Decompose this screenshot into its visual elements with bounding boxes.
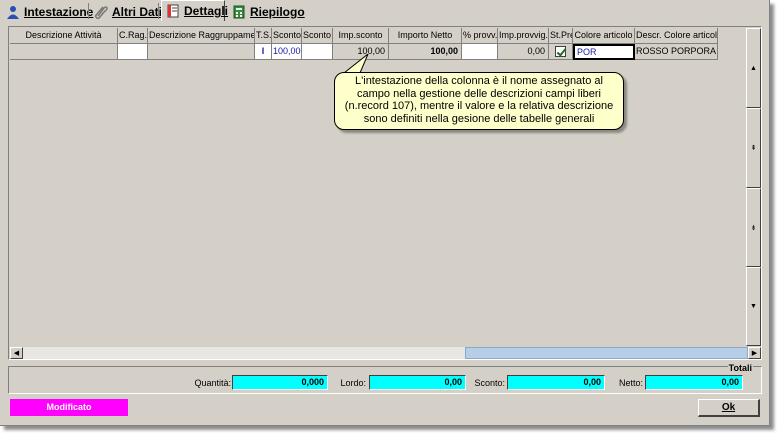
- cell-sconto-1[interactable]: 100,000: [272, 44, 302, 60]
- calculator-icon: [232, 5, 246, 19]
- cell-colore-articolo[interactable]: POR: [573, 44, 635, 60]
- cell-descrizione-raggruppamento[interactable]: [148, 44, 255, 60]
- scroll-page-up-button[interactable]: ⇞: [746, 108, 761, 188]
- column-header[interactable]: Sconto: [272, 28, 302, 44]
- column-header[interactable]: Descrizione Raggruppamento: [148, 28, 255, 44]
- person-icon: [6, 5, 20, 19]
- column-header[interactable]: Colore articolo: [573, 28, 635, 44]
- st-pre-checkbox[interactable]: [555, 46, 566, 57]
- cell-c-rag[interactable]: [118, 44, 148, 60]
- tab-bar: Intestazione Altri Dati Dettagli Riepilo…: [0, 0, 770, 22]
- scroll-page-down-button[interactable]: ⇟: [746, 188, 761, 267]
- tab-label: Riepilogo: [250, 4, 305, 19]
- double-arrow-up-icon: ⇞: [750, 145, 757, 152]
- column-header[interactable]: T.S.: [255, 28, 272, 44]
- scroll-up-button[interactable]: ▲: [746, 28, 761, 108]
- status-badge: Modificato: [10, 399, 128, 416]
- column-header[interactable]: Importo Netto: [389, 28, 462, 44]
- arrow-right-icon: ▶: [751, 350, 758, 357]
- scroll-right-button[interactable]: ▶: [748, 347, 761, 359]
- cell-imp-provvig[interactable]: 0,00: [498, 44, 549, 60]
- callout-line: L'intestazione della colonna è il nome a…: [355, 75, 603, 87]
- callout-pointer: [342, 54, 369, 74]
- netto-label: Netto:: [618, 378, 643, 388]
- column-header[interactable]: Descrizione Attività: [10, 28, 118, 44]
- arrow-down-icon: ▼: [750, 303, 757, 310]
- sconto-field: 0,00: [507, 375, 605, 390]
- horizontal-scrollbar[interactable]: ◀ ▶: [10, 347, 761, 359]
- sconto-label: Sconto:: [474, 378, 505, 388]
- tab-label: Dettagli: [184, 4, 229, 18]
- vertical-scrollbar[interactable]: ▲ ⇞ ⇟ ▼: [746, 28, 761, 346]
- cell-sconto-2[interactable]: [302, 44, 333, 60]
- column-header[interactable]: Sconto: [302, 28, 333, 44]
- column-header[interactable]: Descr. Colore articolo: [635, 28, 718, 44]
- tab-label: Altri Dati: [112, 4, 163, 19]
- notebook-icon: [166, 4, 180, 18]
- info-callout: L'intestazione della colonna è il nome a…: [334, 72, 624, 130]
- callout-line: (n.record 107), mentre il valore e la re…: [344, 100, 614, 112]
- grid-header: Descrizione Attività C.Rag. Descrizione …: [10, 28, 718, 44]
- quantita-label: Quantità:: [194, 378, 231, 388]
- tab-label: Intestazione: [24, 4, 94, 19]
- tab-altri-dati[interactable]: Altri Dati: [90, 2, 166, 21]
- cell-descr-colore-articolo[interactable]: ROSSO PORPORA: [635, 44, 718, 60]
- column-header[interactable]: St.Pre: [549, 28, 573, 44]
- column-header[interactable]: Imp.sconto: [333, 28, 389, 44]
- arrow-up-icon: ▲: [750, 64, 757, 72]
- column-header[interactable]: Imp.provvig.: [498, 28, 549, 44]
- ok-button-label: Ok: [721, 402, 736, 413]
- tab-divider: [158, 3, 159, 19]
- arrow-left-icon: ◀: [13, 350, 20, 357]
- lordo-label: Lordo:: [340, 378, 366, 388]
- totals-title: Totali: [727, 363, 753, 373]
- callout-line: sono definiti nella gesione delle tabell…: [363, 112, 595, 125]
- tab-divider: [88, 3, 89, 19]
- callout-line: campo nella gestione delle descrizioni c…: [357, 87, 601, 100]
- scroll-thumb[interactable]: [465, 347, 748, 359]
- lordo-field: 0,00: [369, 375, 466, 390]
- scroll-left-button[interactable]: ◀: [10, 347, 23, 359]
- tab-dettagli[interactable]: Dettagli: [161, 0, 229, 21]
- cell-perc-provv[interactable]: [462, 44, 498, 60]
- ok-button[interactable]: Ok: [698, 399, 760, 417]
- scroll-down-button[interactable]: ▼: [746, 267, 761, 346]
- netto-field: 0,00: [645, 375, 743, 390]
- column-header[interactable]: % provv.: [462, 28, 498, 44]
- totals-panel: Totali Quantità: 0,000 Lordo: 0,00 Scont…: [8, 363, 762, 394]
- tab-riepilogo[interactable]: Riepilogo: [228, 2, 309, 21]
- column-header[interactable]: C.Rag.: [118, 28, 148, 44]
- quantita-field: 0,000: [232, 375, 328, 390]
- cell-importo-netto[interactable]: 100,00: [389, 44, 462, 60]
- tab-intestazione[interactable]: Intestazione: [2, 2, 97, 21]
- paperclip-icon: [94, 5, 108, 19]
- double-arrow-down-icon: ⇟: [750, 224, 757, 232]
- cell-descrizione-attivita[interactable]: [10, 44, 118, 60]
- window: Intestazione Altri Dati Dettagli Riepilo…: [0, 0, 770, 426]
- cell-st-pre[interactable]: [549, 44, 573, 60]
- cell-ts[interactable]: I: [255, 44, 272, 60]
